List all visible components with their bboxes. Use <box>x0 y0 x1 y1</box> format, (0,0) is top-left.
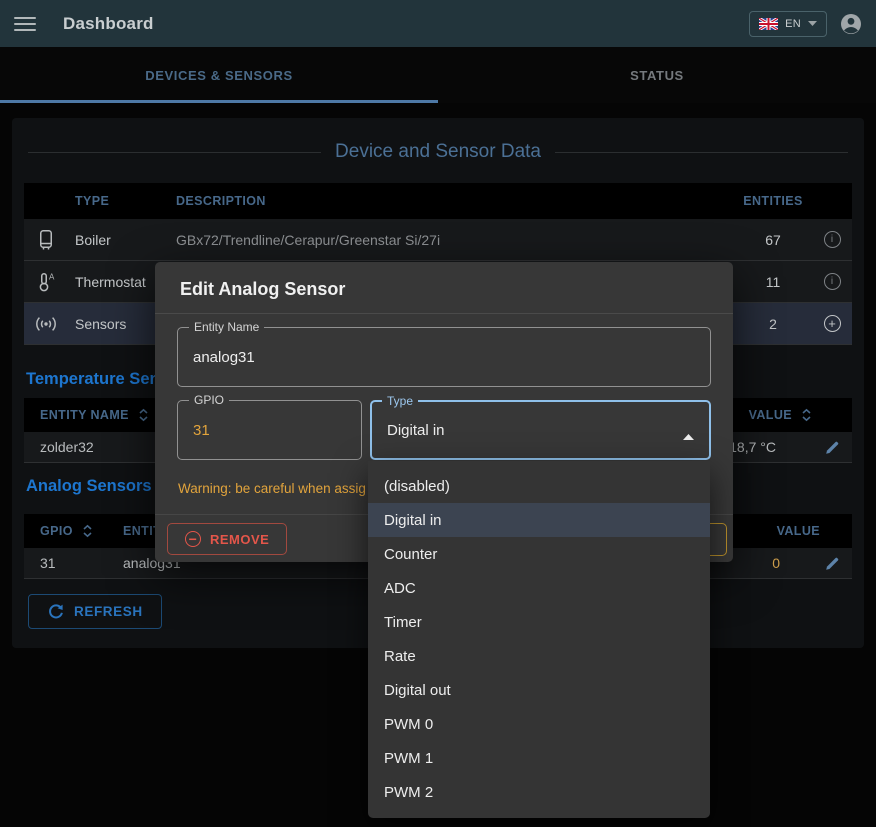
refresh-button[interactable]: REFRESH <box>28 594 162 629</box>
sort-icon[interactable] <box>138 408 149 422</box>
sensor-entity-name: zolder32 <box>40 439 94 455</box>
sort-icon[interactable] <box>801 408 812 422</box>
tab-bar: DEVICES & SENSORS STATUS <box>0 47 876 103</box>
device-entities-count: 67 <box>734 232 812 248</box>
column-header-type: TYPE <box>68 194 168 208</box>
remove-button[interactable]: − REMOVE <box>167 523 287 555</box>
active-tab-indicator <box>0 100 438 103</box>
uk-flag-icon <box>759 18 778 30</box>
device-entities-count: 11 <box>734 274 812 290</box>
dropdown-option-selected[interactable]: Digital in <box>368 503 710 537</box>
gpio-field[interactable]: GPIO 31 <box>177 400 362 460</box>
info-icon[interactable]: i <box>824 231 841 248</box>
dropdown-option[interactable]: PWM 0 <box>368 707 710 741</box>
dropdown-option[interactable]: PWM 2 <box>368 775 710 809</box>
dropdown-option[interactable]: Timer <box>368 605 710 639</box>
device-type: Boiler <box>68 232 168 248</box>
chevron-up-icon <box>683 427 694 445</box>
dropdown-option[interactable]: ADC <box>368 571 710 605</box>
column-header-value: VALUE <box>777 524 820 538</box>
page-title: Device and Sensor Data <box>335 141 541 163</box>
device-table-header: TYPE DESCRIPTION ENTITIES <box>24 183 852 219</box>
sensors-icon <box>24 315 68 333</box>
dropdown-option[interactable]: PWM 1 <box>368 741 710 775</box>
entity-name-field[interactable]: Entity Name analog31 <box>177 327 711 387</box>
type-label: Type <box>382 394 418 408</box>
language-selector[interactable]: EN <box>749 11 827 37</box>
type-selected-value: Digital in <box>387 422 445 439</box>
menu-icon[interactable] <box>14 17 36 31</box>
dropdown-option[interactable]: (disabled) <box>368 469 710 503</box>
remove-icon: − <box>185 531 201 547</box>
type-select[interactable]: Type Digital in <box>370 400 711 460</box>
column-header-entity-name: ENTITY NAME <box>40 408 129 422</box>
refresh-label: REFRESH <box>74 604 143 619</box>
refresh-icon <box>47 603 64 620</box>
column-header-value: VALUE <box>749 408 792 422</box>
boiler-icon <box>24 229 68 251</box>
sensor-gpio: 31 <box>40 555 123 571</box>
language-code: EN <box>785 18 801 30</box>
entity-name-label: Entity Name <box>189 320 264 334</box>
tab-status[interactable]: STATUS <box>438 47 876 103</box>
dropdown-option[interactable]: Digital out <box>368 673 710 707</box>
topbar: Dashboard EN <box>0 0 876 47</box>
device-type: Thermostat <box>68 274 168 290</box>
edit-icon[interactable] <box>824 439 841 456</box>
device-entities-count: 2 <box>734 316 812 332</box>
sort-icon[interactable] <box>82 524 93 538</box>
chevron-down-icon <box>808 21 817 26</box>
remove-label: REMOVE <box>210 532 269 547</box>
device-type: Sensors <box>68 316 168 332</box>
app-title: Dashboard <box>63 14 154 34</box>
gpio-value: 31 <box>193 422 210 439</box>
column-header-description: DESCRIPTION <box>168 194 734 208</box>
column-header-gpio: GPIO <box>40 524 73 538</box>
type-dropdown-menu: (disabled) Digital in Counter ADC Timer … <box>368 461 710 818</box>
dialog-header: Edit Analog Sensor <box>155 262 733 314</box>
column-header-entities: ENTITIES <box>734 194 812 208</box>
account-icon[interactable] <box>840 13 862 35</box>
entity-name-value: analog31 <box>193 349 255 366</box>
info-icon[interactable]: i <box>824 273 841 290</box>
svg-text:A: A <box>49 272 55 281</box>
edit-icon[interactable] <box>824 555 841 572</box>
dropdown-option[interactable]: Counter <box>368 537 710 571</box>
thermostat-icon: A <box>24 271 68 293</box>
table-row[interactable]: Boiler GBx72/Trendline/Cerapur/Greenstar… <box>24 219 852 261</box>
device-description: GBx72/Trendline/Cerapur/Greenstar Si/27i <box>168 232 734 248</box>
dropdown-option[interactable]: Rate <box>368 639 710 673</box>
add-icon[interactable]: + <box>824 315 841 332</box>
dialog-title: Edit Analog Sensor <box>180 279 708 300</box>
section-title-row: Device and Sensor Data <box>28 140 848 164</box>
tab-devices-sensors[interactable]: DEVICES & SENSORS <box>0 47 438 103</box>
gpio-label: GPIO <box>189 393 229 407</box>
